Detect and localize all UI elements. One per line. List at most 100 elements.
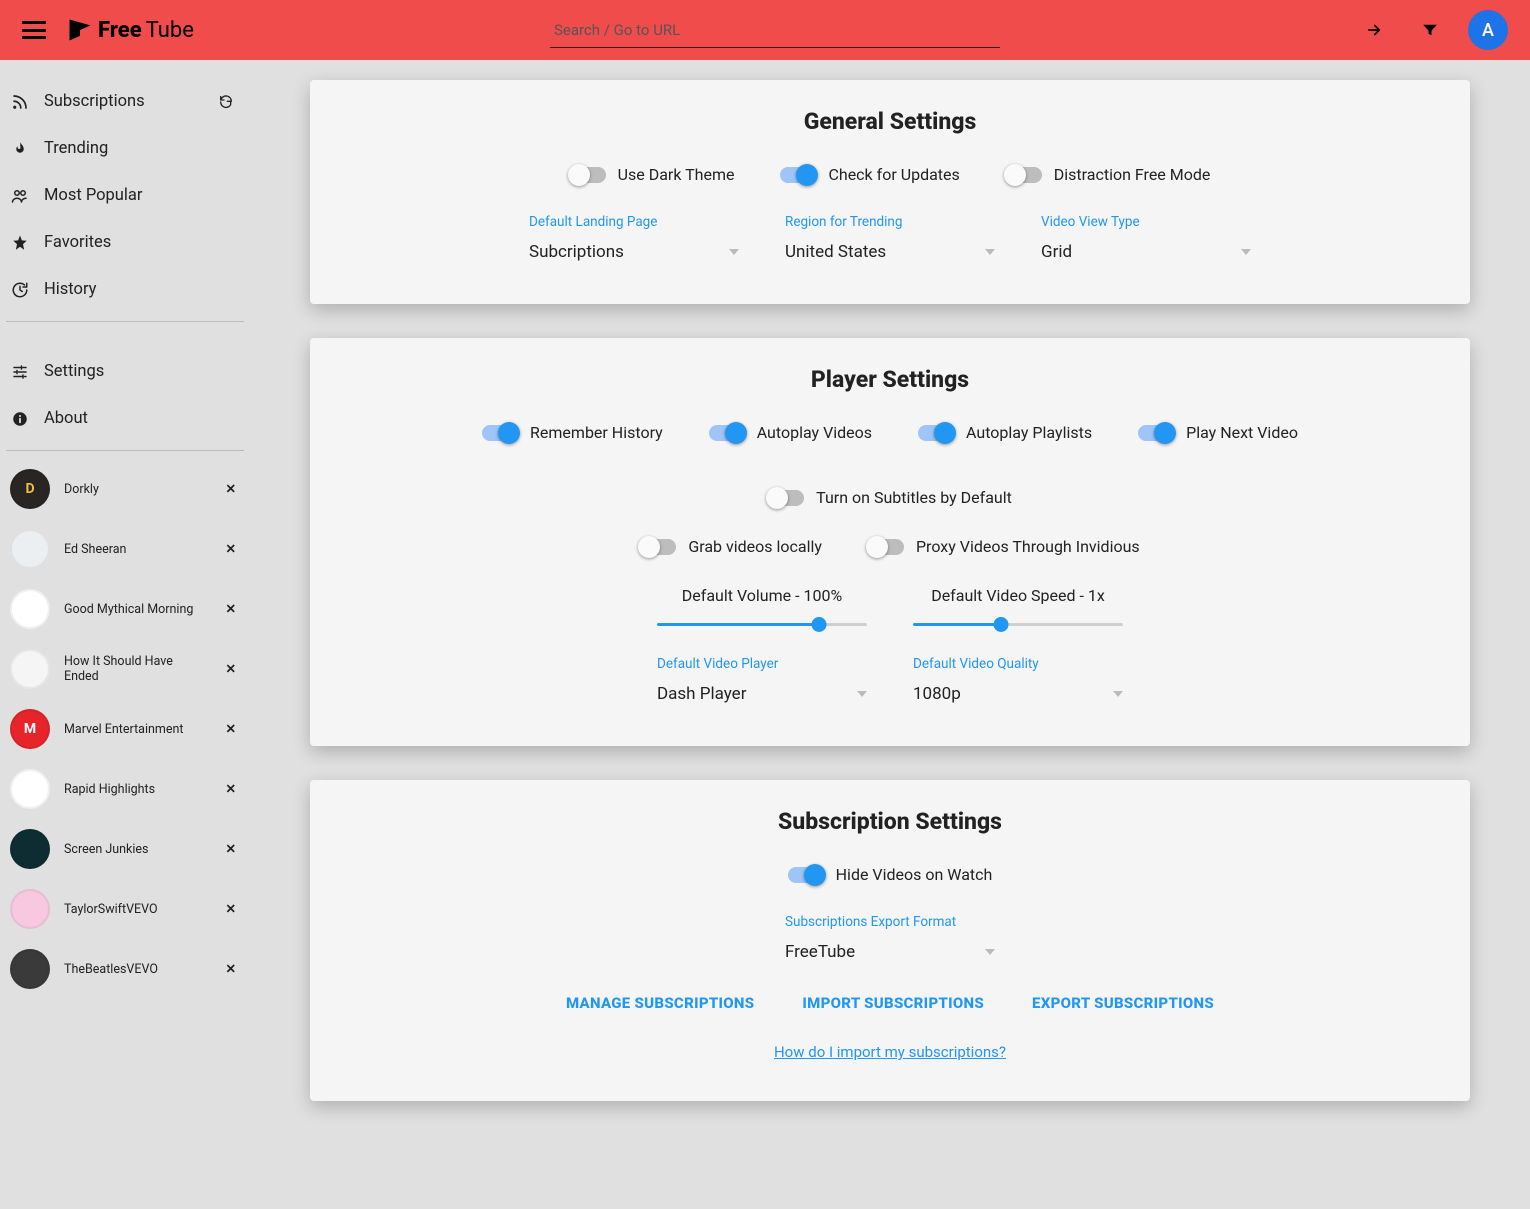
main-content: General Settings Use Dark ThemeCheck for… <box>250 0 1530 1175</box>
channel-item[interactable]: MMarvel Entertainment✕ <box>0 699 250 759</box>
freetube-logo-icon <box>66 16 94 44</box>
toggle-switch[interactable] <box>570 167 606 183</box>
toggle-playnext: Play Next Video <box>1138 423 1298 442</box>
refresh-icon[interactable] <box>218 94 234 110</box>
search-submit-button[interactable] <box>1356 12 1392 48</box>
filter-button[interactable] <box>1412 12 1448 48</box>
import-help-link[interactable]: How do I import my subscriptions? <box>774 1043 1006 1061</box>
toggle-switch[interactable] <box>482 425 518 441</box>
sidebar-item-about[interactable]: About <box>0 395 250 442</box>
select-dropdown[interactable]: Dash Player <box>657 684 867 706</box>
toggle-switch[interactable] <box>918 425 954 441</box>
remove-channel-button[interactable]: ✕ <box>222 837 240 861</box>
sidebar-item-settings[interactable]: Settings <box>0 348 250 395</box>
sidebar-item-popular[interactable]: Most Popular <box>0 172 250 219</box>
select-label: Default Video Quality <box>913 656 1123 672</box>
remove-channel-button[interactable]: ✕ <box>222 957 240 981</box>
channel-avatar: D <box>10 469 50 509</box>
channel-item[interactable]: Good Mythical Morning ✕ <box>0 579 250 639</box>
select-value: Dash Player <box>657 684 746 704</box>
search-wrap <box>550 13 1000 48</box>
search-input[interactable] <box>550 13 1000 48</box>
hamburger-menu-button[interactable] <box>22 21 46 39</box>
remove-channel-button[interactable]: ✕ <box>222 777 240 801</box>
toggle-label: Use Dark Theme <box>618 165 735 184</box>
sidebar-item-favorites[interactable]: Favorites <box>0 219 250 266</box>
profile-avatar[interactable]: A <box>1468 10 1508 50</box>
chevron-down-icon <box>985 249 995 255</box>
channel-item[interactable]: How It Should Have Ended✕ <box>0 639 250 699</box>
channel-item[interactable]: Rapid Highlights ✕ <box>0 759 250 819</box>
toggle-autopl: Autoplay Playlists <box>918 423 1092 442</box>
toggle-label: Autoplay Playlists <box>966 423 1092 442</box>
subscription-actions: MANAGE SUBSCRIPTIONS IMPORT SUBSCRIPTIONS… <box>360 994 1420 1012</box>
general-settings-card: General Settings Use Dark ThemeCheck for… <box>310 80 1470 304</box>
remove-channel-button[interactable]: ✕ <box>222 477 240 501</box>
chevron-down-icon <box>729 249 739 255</box>
history-icon <box>10 281 30 299</box>
slider-label: Default Video Speed - 1x <box>913 586 1123 605</box>
channel-label: Marvel Entertainment <box>64 722 183 737</box>
channel-item[interactable]: TaylorSwiftVEVO✕ <box>0 879 250 939</box>
select-label: Subscriptions Export Format <box>785 914 995 930</box>
slider-track[interactable] <box>657 623 867 626</box>
select-label: Default Video Player <box>657 656 867 672</box>
select-dropdown[interactable]: FreeTube <box>785 942 995 964</box>
channel-label: Rapid Highlights <box>64 782 155 797</box>
select-dropdown[interactable]: United States <box>785 242 995 264</box>
remove-channel-button[interactable]: ✕ <box>222 597 240 621</box>
manage-subscriptions-button[interactable]: MANAGE SUBSCRIPTIONS <box>566 994 754 1012</box>
toggle-switch[interactable] <box>780 167 816 183</box>
toggle-label: Hide Videos on Watch <box>836 865 993 884</box>
channel-item[interactable]: TheBeatlesVEVO✕ <box>0 939 250 999</box>
app-logo[interactable]: FreeTube <box>66 16 194 44</box>
sidebar-item-subscriptions[interactable]: Subscriptions <box>0 78 250 125</box>
select-dropdown[interactable]: Subcriptions <box>529 242 739 264</box>
select-region: Region for TrendingUnited States <box>785 214 995 264</box>
select-player: Default Video Player Dash Player <box>657 656 867 706</box>
toggle-switch[interactable] <box>1138 425 1174 441</box>
select-value: FreeTube <box>785 942 855 962</box>
toggle-subsdef: Turn on Subtitles by Default <box>768 488 1012 507</box>
sidebar-item-label: Favorites <box>44 233 111 252</box>
filter-icon <box>1421 21 1439 39</box>
toggle-switch[interactable] <box>768 490 804 506</box>
toggle-switch[interactable] <box>868 539 904 555</box>
sidebar-item-trending[interactable]: Trending <box>0 125 250 172</box>
sidebar-item-history[interactable]: History <box>0 266 250 313</box>
slider-volume: Default Volume - 100% <box>657 586 867 626</box>
app-name-part1: Free <box>98 18 142 43</box>
export-subscriptions-button[interactable]: EXPORT SUBSCRIPTIONS <box>1032 994 1214 1012</box>
sidebar: Subscriptions Trending Most Popular Favorit… <box>0 60 250 1209</box>
channel-avatar <box>10 829 50 869</box>
toggle-switch[interactable] <box>788 867 824 883</box>
import-subscriptions-button[interactable]: IMPORT SUBSCRIPTIONS <box>802 994 984 1012</box>
toggle-label: Autoplay Videos <box>757 423 872 442</box>
select-dropdown[interactable]: Grid <box>1041 242 1251 264</box>
select-label: Default Landing Page <box>529 214 739 230</box>
remove-channel-button[interactable]: ✕ <box>222 717 240 741</box>
sidebar-item-label: About <box>44 409 88 428</box>
select-dropdown[interactable]: 1080p <box>913 684 1123 706</box>
channel-item[interactable]: Screen Junkies✕ <box>0 819 250 879</box>
select-label: Video View Type <box>1041 214 1251 230</box>
sidebar-item-label: Trending <box>44 139 108 158</box>
toggle-switch[interactable] <box>1006 167 1042 183</box>
channel-label: Good Mythical Morning <box>64 602 193 617</box>
toggle-switch[interactable] <box>709 425 745 441</box>
toggle-hidewatch: Hide Videos on Watch <box>788 865 993 884</box>
channel-item[interactable]: Ed Sheeran✕ <box>0 519 250 579</box>
remove-channel-button[interactable]: ✕ <box>222 537 240 561</box>
subscription-settings-title: Subscription Settings <box>360 808 1420 835</box>
slider-track[interactable] <box>913 623 1123 626</box>
chevron-down-icon <box>1113 691 1123 697</box>
toggle-label: Check for Updates <box>828 165 959 184</box>
remove-channel-button[interactable]: ✕ <box>222 897 240 921</box>
toggle-switch[interactable] <box>640 539 676 555</box>
slider-speed: Default Video Speed - 1x <box>913 586 1123 626</box>
channel-item[interactable]: DDorkly✕ <box>0 459 250 519</box>
toggle-label: Distraction Free Mode <box>1054 165 1211 184</box>
sidebar-divider <box>6 450 244 451</box>
remove-channel-button[interactable]: ✕ <box>222 657 240 681</box>
toggle-label: Remember History <box>530 423 663 442</box>
